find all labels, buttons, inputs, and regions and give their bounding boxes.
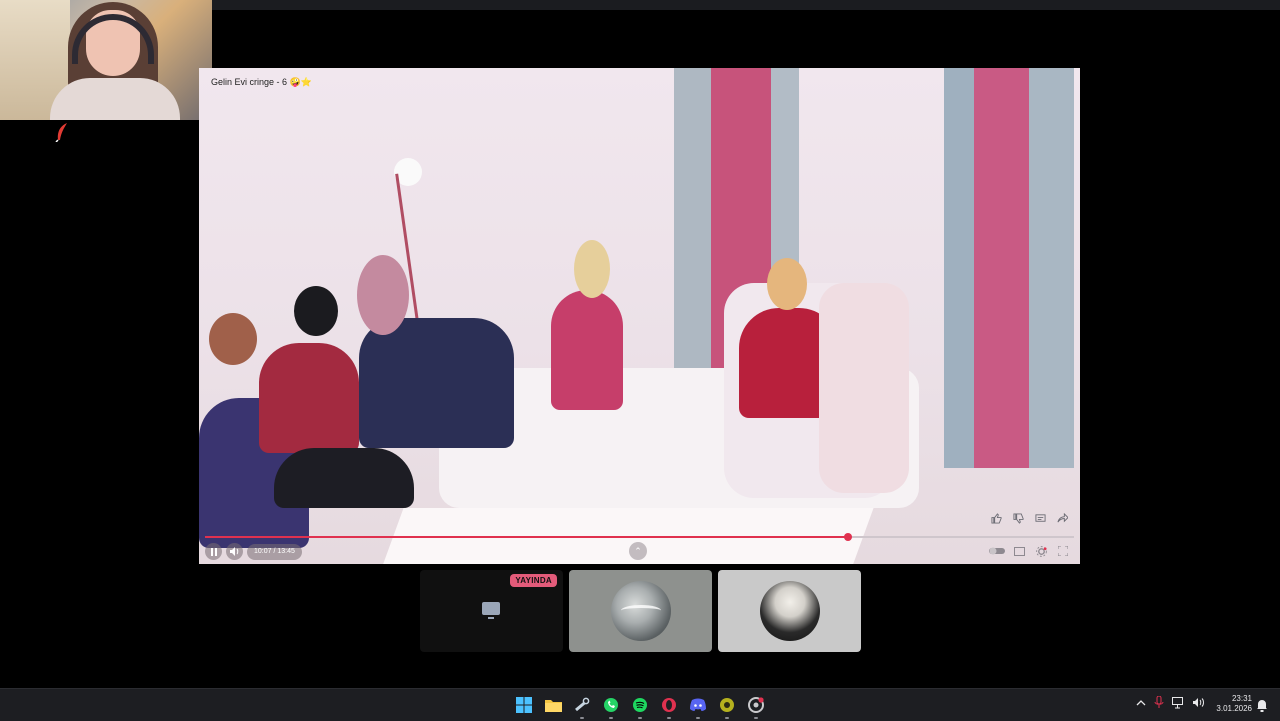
screen-share-tile[interactable]: YAYINDA xyxy=(420,570,563,652)
taskbar: 23:31 3.01.2026 xyxy=(0,688,1280,721)
participant-avatar xyxy=(611,581,671,641)
fullscreen-icon[interactable] xyxy=(1054,544,1072,558)
network-icon[interactable] xyxy=(1172,696,1185,709)
player-controls-right xyxy=(988,544,1072,558)
settings-icon[interactable] xyxy=(1032,544,1050,558)
like-icon[interactable] xyxy=(988,511,1004,525)
video-player[interactable]: Gelin Evi cringe - 6 🤪⭐ ⌃ 10:07 / 13:45 xyxy=(199,68,1080,564)
monitor-icon xyxy=(482,602,500,619)
player-controls-left: 10:07 / 13:45 xyxy=(205,543,302,560)
volume-button[interactable] xyxy=(226,543,243,560)
feather-logo-icon xyxy=(55,123,67,142)
steam-icon[interactable] xyxy=(570,693,594,719)
taskbar-clock[interactable]: 23:31 3.01.2026 xyxy=(1212,694,1252,714)
participant-tile[interactable] xyxy=(718,570,861,652)
volume-icon xyxy=(229,547,238,556)
seek-bar-handle[interactable] xyxy=(844,533,853,541)
clock-date: 3.01.2026 xyxy=(1216,704,1252,713)
participant-avatar xyxy=(760,581,820,641)
clock-time: 23:31 xyxy=(1231,694,1252,703)
autoplay-toggle[interactable] xyxy=(988,544,1006,558)
subtitles-icon[interactable] xyxy=(1010,544,1028,558)
participant-tile[interactable] xyxy=(569,570,712,652)
pause-icon xyxy=(210,547,217,556)
discord-icon[interactable] xyxy=(686,693,710,719)
chevron-up-icon[interactable]: ⌃ xyxy=(629,542,647,560)
microphone-icon[interactable] xyxy=(1154,696,1164,709)
spotify-icon[interactable] xyxy=(628,693,652,719)
playback-time: 10:07 / 13:45 xyxy=(247,543,302,560)
video-action-bar xyxy=(988,511,1070,525)
taskbar-apps xyxy=(512,693,768,719)
notification-bell-icon[interactable] xyxy=(1256,699,1268,712)
app-icon[interactable] xyxy=(715,693,739,719)
seek-bar[interactable] xyxy=(205,533,1074,541)
participant-tiles: YAYINDA xyxy=(420,570,861,652)
chrome-icon[interactable] xyxy=(744,693,768,719)
discord-stream-window: Gelin Evi cringe - 6 🤪⭐ ⌃ 10:07 / 13:45 … xyxy=(0,0,1280,688)
opera-icon[interactable] xyxy=(657,693,681,719)
file-explorer-icon[interactable] xyxy=(541,693,565,717)
chat-icon[interactable] xyxy=(1032,511,1048,525)
live-badge: YAYINDA xyxy=(510,574,557,587)
chevron-up-icon[interactable] xyxy=(1136,699,1146,707)
windows-start-icon[interactable] xyxy=(512,693,536,717)
seek-bar-fill xyxy=(205,536,849,538)
share-icon[interactable] xyxy=(1054,511,1070,525)
speaker-icon[interactable] xyxy=(1193,697,1206,708)
video-title: Gelin Evi cringe - 6 🤪⭐ xyxy=(211,77,312,87)
dislike-icon[interactable] xyxy=(1010,511,1026,525)
whatsapp-icon[interactable] xyxy=(599,693,623,719)
system-tray xyxy=(1136,696,1206,709)
pause-button[interactable] xyxy=(205,543,222,560)
webcam-overlay xyxy=(0,0,212,120)
